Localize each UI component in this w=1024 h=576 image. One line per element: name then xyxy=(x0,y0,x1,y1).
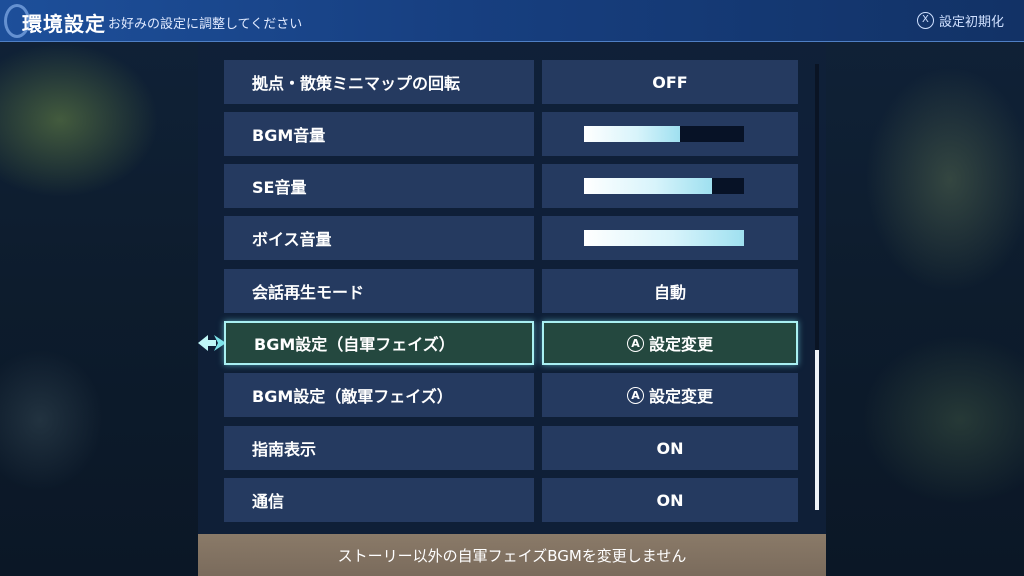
settings-row-dialogue-mode[interactable]: 会話再生モード 自動 xyxy=(224,269,798,313)
setting-label: 拠点・散策ミニマップの回転 xyxy=(224,60,534,104)
settings-row-voice-volume[interactable]: ボイス音量 xyxy=(224,216,798,260)
setting-label: BGM音量 xyxy=(224,112,534,156)
setting-label: 会話再生モード xyxy=(224,269,534,313)
reset-settings-button[interactable]: X 設定初期化 xyxy=(916,11,1004,30)
setting-value-toggle[interactable]: ON xyxy=(542,426,798,470)
change-setting-label: 設定変更 xyxy=(648,335,713,354)
volume-bar-track xyxy=(584,178,744,194)
change-setting-button[interactable]: A 設定変更 xyxy=(542,373,798,417)
volume-slider[interactable] xyxy=(542,112,798,156)
a-button-icon: A xyxy=(626,334,644,352)
settings-row-tutorial-display[interactable]: 指南表示 ON xyxy=(224,426,798,470)
settings-row-minimap-rotation[interactable]: 拠点・散策ミニマップの回転 OFF xyxy=(224,60,798,104)
settings-row-network[interactable]: 通信 ON xyxy=(224,478,798,522)
settings-row-bgm-enemy-phase[interactable]: BGM設定（敵軍フェイズ） A 設定変更 xyxy=(224,373,798,417)
setting-value-option[interactable]: 自動 xyxy=(542,269,798,313)
volume-bar-track xyxy=(584,126,744,142)
page-title: 環境設定 xyxy=(22,12,106,36)
header-bar: 環境設定 お好みの設定に調整してください X 設定初期化 xyxy=(0,0,1024,42)
settings-panel: 拠点・散策ミニマップの回転 OFF BGM音量 SE音量 ボイス音量 会話再生モ… xyxy=(198,42,826,534)
setting-label: BGM設定（敵軍フェイズ） xyxy=(224,373,534,417)
change-setting-label: 設定変更 xyxy=(648,387,713,406)
setting-label: 通信 xyxy=(224,478,534,522)
help-description: ストーリー以外の自軍フェイズBGMを変更しません xyxy=(198,534,826,576)
setting-value-toggle[interactable]: OFF xyxy=(542,60,798,104)
page-subtitle: お好みの設定に調整してください xyxy=(108,17,303,32)
volume-bar-track xyxy=(584,230,744,246)
setting-value-toggle[interactable]: ON xyxy=(542,478,798,522)
volume-slider[interactable] xyxy=(542,216,798,260)
x-button-icon: X xyxy=(916,12,934,29)
volume-bar-fill xyxy=(584,230,744,246)
settings-row-bgm-volume[interactable]: BGM音量 xyxy=(224,112,798,156)
a-button-icon: A xyxy=(626,386,644,404)
setting-label: BGM設定（自軍フェイズ） xyxy=(224,321,534,365)
volume-slider[interactable] xyxy=(542,164,798,208)
setting-label: SE音量 xyxy=(224,164,534,208)
reset-settings-label: 設定初期化 xyxy=(938,15,1004,30)
settings-row-se-volume[interactable]: SE音量 xyxy=(224,164,798,208)
scrollbar[interactable] xyxy=(815,64,819,510)
change-setting-button[interactable]: A 設定変更 xyxy=(542,321,798,365)
volume-bar-fill xyxy=(584,126,680,142)
volume-bar-fill xyxy=(584,178,712,194)
scrollbar-thumb[interactable] xyxy=(815,350,819,510)
settings-row-bgm-player-phase[interactable]: BGM設定（自軍フェイズ） A 設定変更 xyxy=(198,321,798,365)
setting-label: 指南表示 xyxy=(224,426,534,470)
setting-label: ボイス音量 xyxy=(224,216,534,260)
